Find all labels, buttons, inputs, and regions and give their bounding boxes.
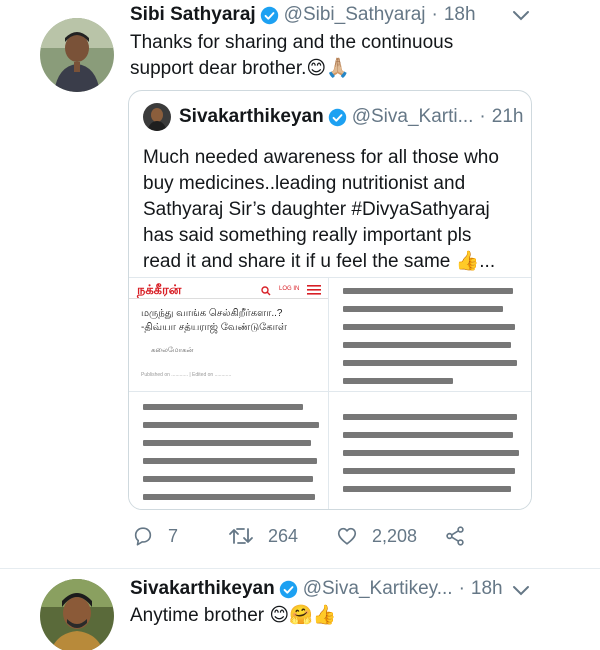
quoted-author-name: Sivakarthikeyan <box>179 106 324 127</box>
media-image-2[interactable] <box>329 278 531 392</box>
tweet-text-line: support dear brother.😊🙏🏼 <box>130 58 350 79</box>
quoted-text-line: Much needed awareness for all those who <box>143 147 499 168</box>
verified-icon <box>328 108 346 126</box>
author-handle[interactable]: @Siva_Kartikey... <box>303 578 453 600</box>
quoted-timestamp: 21h <box>491 106 524 127</box>
login-link: LOG IN <box>279 286 300 292</box>
quoted-avatar <box>143 103 171 131</box>
tweet-text-line: Thanks for sharing and the continuous <box>130 32 454 53</box>
quoted-tweet[interactable]: Sivakarthikeyan @Siva_Karti... · 21h Muc… <box>128 90 532 510</box>
media-image-3[interactable] <box>129 392 329 509</box>
like-icon <box>337 527 357 545</box>
quoted-text-line: read it and share it if u feel the same … <box>143 251 496 272</box>
tweet-sibi[interactable]: Sibi Sathyaraj @Sibi_Sathyaraj · 18h Tha… <box>0 0 600 570</box>
share-button[interactable] <box>444 525 480 547</box>
verified-icon <box>260 6 278 24</box>
avatar[interactable] <box>40 18 114 92</box>
quoted-avatar-photo <box>143 103 171 131</box>
logo: நக்கீரன் <box>137 282 182 297</box>
tweet-actions: 7 264 2,208 <box>132 525 480 547</box>
tweet-header: Sivakarthikeyan @Siva_Kartikey... · 18h <box>130 578 503 600</box>
verified-icon <box>279 580 297 598</box>
quoted-tweet-text: Much needed awareness for all those who … <box>143 145 523 275</box>
search-icon <box>261 286 271 296</box>
like-button[interactable]: 2,208 <box>336 525 444 547</box>
separator-dot: · <box>431 4 438 25</box>
separator-dot: · <box>458 578 465 599</box>
tweet-text: Anytime brother 😊🤗👍 <box>130 605 337 626</box>
chevron-down-icon[interactable] <box>512 585 530 597</box>
like-count: 2,208 <box>372 525 418 546</box>
article-subheadline: -திவ்யா சத்யராஜ் வேண்டுகோள் <box>141 322 287 333</box>
quoted-tweet-header: Sivakarthikeyan @Siva_Karti... · 21h <box>143 103 523 131</box>
media-grid[interactable]: நக்கீரன் LOG IN மருந்து வாங்க செல்கிறீர்… <box>129 277 531 509</box>
quoted-text-line: has said something really important pls <box>143 225 472 246</box>
quoted-text-line: buy medicines..leading nutritionist and <box>143 173 466 194</box>
media-image-4[interactable] <box>329 392 531 509</box>
retweet-icon <box>229 528 253 544</box>
share-icon <box>446 526 464 546</box>
menu-icon <box>307 285 321 295</box>
timestamp[interactable]: 18h <box>471 578 503 600</box>
reply-count: 7 <box>168 525 179 546</box>
author-name[interactable]: Sivakarthikeyan <box>130 578 275 600</box>
author-name[interactable]: Sibi Sathyaraj <box>130 4 256 26</box>
author-handle[interactable]: @Sibi_Sathyaraj <box>284 4 426 26</box>
quoted-text-line: Sathyaraj Sir’s daughter #DivyaSathyaraj <box>143 199 490 220</box>
timestamp[interactable]: 18h <box>444 4 476 26</box>
chevron-down-icon[interactable] <box>512 10 530 22</box>
tweet-header: Sibi Sathyaraj @Sibi_Sathyaraj · 18h <box>130 4 476 26</box>
retweet-count: 264 <box>268 525 299 546</box>
tweet-text: Thanks for sharing and the continuous su… <box>130 30 570 82</box>
article-byline: கலைமோகன் <box>151 347 194 354</box>
avatar[interactable] <box>40 579 114 650</box>
article-headline: மருந்து வாங்க செல்கிறீர்களா..? <box>141 308 283 319</box>
avatar-photo <box>40 18 114 92</box>
reply-button[interactable]: 7 <box>132 525 228 547</box>
reply-icon <box>134 527 152 546</box>
quoted-author-handle: @Siva_Karti... <box>351 106 474 127</box>
media-image-1[interactable]: நக்கீரன் LOG IN மருந்து வாங்க செல்கிறீர்… <box>129 278 329 392</box>
separator-dot: · <box>479 106 486 127</box>
avatar-photo <box>40 579 114 650</box>
article-published: Published on ............ | Edited on ..… <box>141 372 232 378</box>
retweet-button[interactable]: 264 <box>228 525 336 547</box>
tweet-sivakarthikeyan[interactable]: Sivakarthikeyan @Siva_Kartikey... · 18h … <box>0 569 600 650</box>
